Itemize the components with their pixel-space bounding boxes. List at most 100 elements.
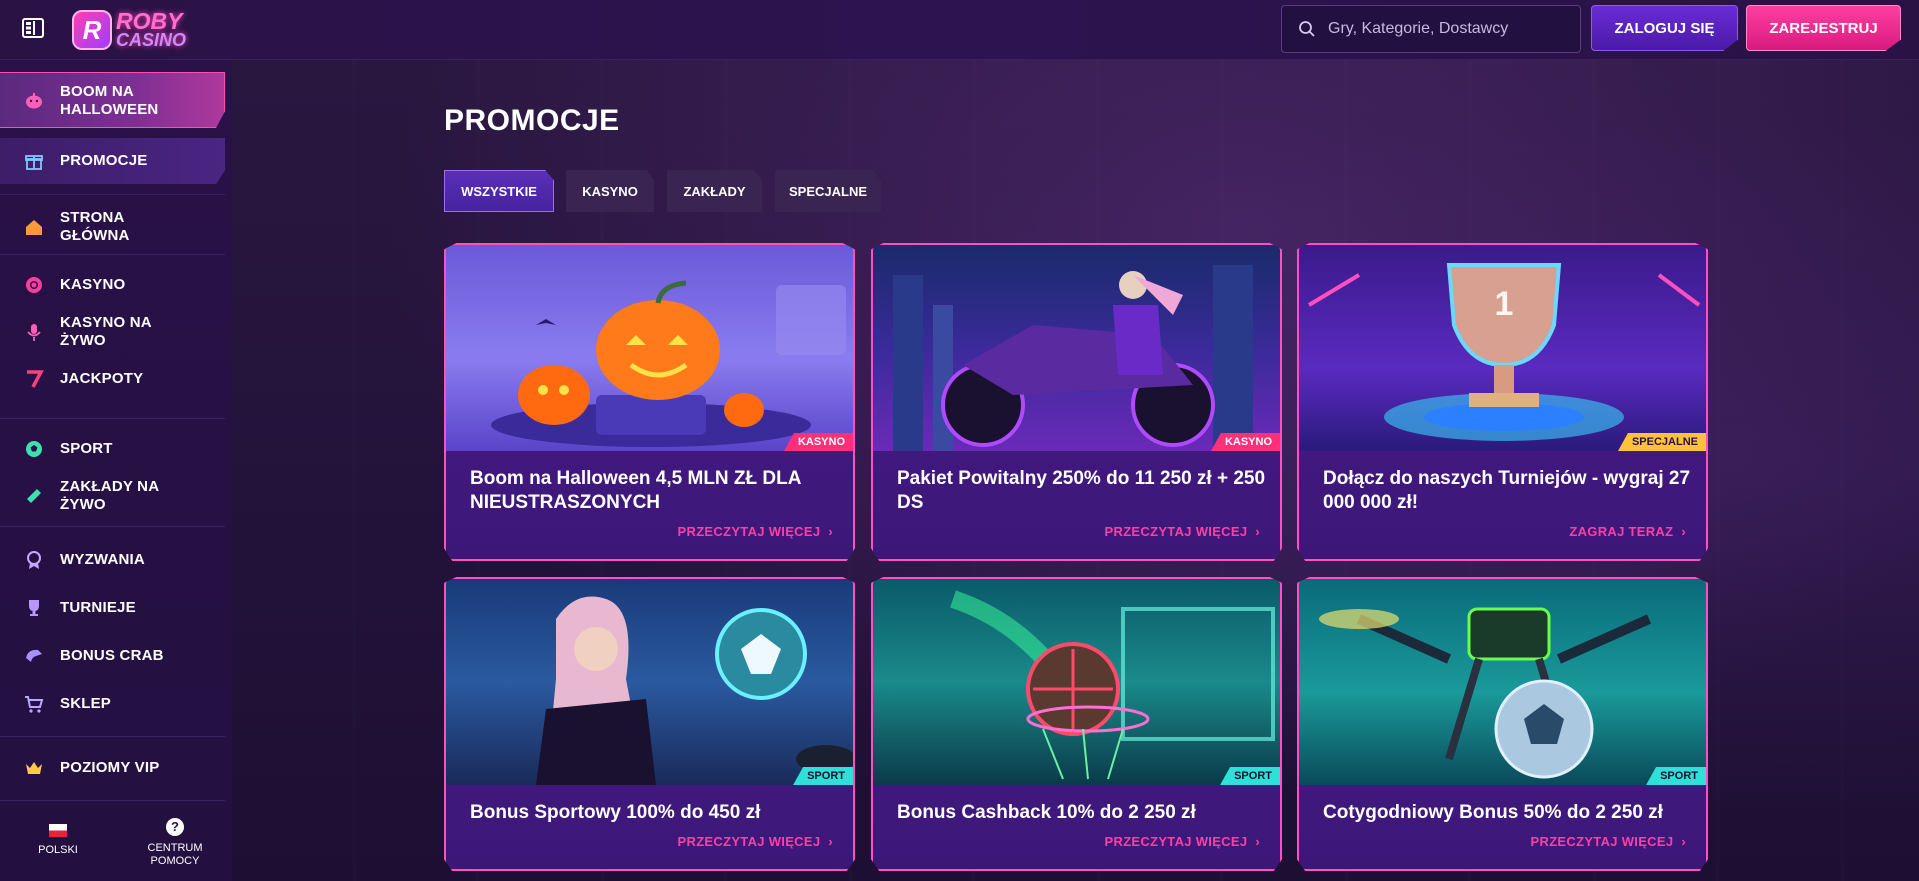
sidebar-item-bonus-crab[interactable]: BONUS CRAB: [0, 639, 225, 673]
sidebar-item-label: SKLEP: [60, 695, 112, 712]
language-selector[interactable]: POLSKI: [36, 824, 80, 857]
crown-icon: [24, 758, 44, 778]
promo-image-basketball: [873, 579, 1280, 785]
microphone-icon: [24, 322, 44, 342]
promo-card-weekly-bonus[interactable]: SPORT Cotygodniowy Bonus 50% do 2 250 zł…: [1297, 577, 1708, 871]
promo-title: Cotygodniowy Bonus 50% do 2 250 zł: [1323, 802, 1663, 823]
sidebar-item-casino[interactable]: KASYNO: [0, 268, 225, 302]
search-input[interactable]: [1328, 20, 1568, 38]
help-label: CENTRUM POMOCY: [147, 842, 203, 867]
register-button[interactable]: ZAREJESTRUJ: [1746, 5, 1901, 51]
chevron-right-icon: ›: [828, 524, 833, 539]
read-more-link[interactable]: PRZECZYTAJ WIĘCEJ ›: [1105, 524, 1260, 539]
sidebar-item-challenges[interactable]: WYZWANIA: [0, 543, 225, 577]
chevron-right-icon: ›: [1255, 834, 1260, 849]
trophy-icon: [24, 598, 44, 618]
promo-card-cashback[interactable]: SPORT Bonus Cashback 10% do 2 250 zł PRZ…: [871, 577, 1282, 871]
ticket-icon: [24, 486, 44, 506]
sidebar-item-live-bets[interactable]: ZAKŁADY NA ŻYWO: [0, 474, 225, 518]
promo-card-halloween[interactable]: KASYNO Boom na Halloween 4,5 MLN ZŁ DLA …: [444, 243, 855, 561]
promo-title: Bonus Sportowy 100% do 450 zł: [470, 802, 761, 823]
claw-icon: [24, 646, 44, 666]
category-tag: SPORT: [793, 767, 853, 785]
search-box[interactable]: [1281, 5, 1581, 53]
promo-card-tournaments[interactable]: 1 SPECJALNE Dołącz do naszych Turniejów …: [1297, 243, 1708, 561]
logo-text: ROBY CASINO: [116, 10, 187, 51]
category-tag: SPECJALNE: [1617, 433, 1706, 451]
sidebar-item-jackpots[interactable]: JACKPOTY: [0, 362, 225, 396]
promo-title: Pakiet Powitalny 250% do 11 250 zł + 250…: [897, 468, 1266, 513]
home-icon: [24, 217, 44, 237]
poland-flag-icon: [49, 824, 67, 837]
page-title: PROMOCJE: [444, 104, 620, 137]
sidebar-divider: [0, 526, 225, 527]
sidebar-item-label: WYZWANIA: [60, 551, 145, 568]
svg-text:1: 1: [1495, 285, 1514, 323]
sidebar-item-label: KASYNO: [60, 276, 126, 293]
pumpkin-icon: [24, 90, 44, 110]
login-button[interactable]: ZALOGUJ SIĘ: [1591, 5, 1738, 51]
sidebar-item-label: ZAKŁADY NA ŻYWO: [60, 478, 160, 513]
sidebar-item-label: SPORT: [60, 440, 113, 457]
top-header: R ROBY CASINO ZALOGUJ SIĘ ZAREJESTRUJ: [0, 0, 1919, 60]
sidebar-item-label: KASYNO NA ŻYWO: [60, 314, 152, 349]
sidebar-divider: [0, 194, 225, 195]
sidebar-item-sport[interactable]: SPORT: [0, 432, 225, 466]
read-more-link[interactable]: PRZECZYTAJ WIĘCEJ ›: [1531, 834, 1686, 849]
read-more-link[interactable]: PRZECZYTAJ WIĘCEJ ›: [678, 524, 833, 539]
category-tag: KASYNO: [1210, 433, 1280, 451]
promo-image-motorcycle: [873, 245, 1280, 451]
tab-kasyno[interactable]: KASYNO: [566, 170, 654, 212]
cart-icon: [24, 694, 44, 714]
category-tag: KASYNO: [783, 433, 853, 451]
sidebar-divider: [0, 254, 225, 255]
chevron-right-icon: ›: [1255, 524, 1260, 539]
chevron-right-icon: ›: [828, 834, 833, 849]
help-center-link[interactable]: ? CENTRUM POMOCY: [140, 818, 210, 868]
sidebar-item-label: JACKPOTY: [60, 370, 144, 387]
category-tag: SPORT: [1220, 767, 1280, 785]
read-more-link[interactable]: PRZECZYTAJ WIĘCEJ ›: [678, 834, 833, 849]
read-more-link[interactable]: PRZECZYTAJ WIĘCEJ ›: [1105, 834, 1260, 849]
site-logo[interactable]: R ROBY CASINO: [72, 8, 206, 52]
logo-badge: R: [72, 10, 112, 50]
sidebar-item-promocje[interactable]: PROMOCJE: [0, 138, 225, 184]
promo-card-welcome-package[interactable]: KASYNO Pakiet Powitalny 250% do 11 250 z…: [871, 243, 1282, 561]
category-tag: SPORT: [1646, 767, 1706, 785]
sidebar-item-tournaments[interactable]: TURNIEJE: [0, 591, 225, 625]
chip-icon: [24, 275, 44, 295]
sidebar-item-label: BONUS CRAB: [60, 647, 164, 664]
sidebar-item-vip[interactable]: POZIOMY VIP: [0, 751, 225, 785]
promo-title: Boom na Halloween 4,5 MLN ZŁ DLA NIEUSTR…: [470, 468, 801, 513]
sidebar-item-live-casino[interactable]: KASYNO NA ŻYWO: [0, 310, 225, 354]
promo-card-sport-bonus[interactable]: SPORT Bonus Sportowy 100% do 450 zł PRZE…: [444, 577, 855, 871]
seven-icon: [24, 369, 44, 389]
promo-image-sport-girl: [446, 579, 853, 785]
sidebar-divider: [0, 736, 225, 737]
promo-image-halloween: [446, 245, 853, 451]
promo-image-trophy: 1: [1299, 245, 1706, 451]
language-label: POLSKI: [38, 844, 78, 856]
gift-icon: [24, 151, 44, 171]
tab-specjalne[interactable]: SPECJALNE: [775, 170, 881, 212]
logo-line-2: CASINO: [116, 30, 187, 51]
tab-zaklady[interactable]: ZAKŁADY: [667, 170, 762, 212]
tab-wszystkie[interactable]: WSZYSTKIE: [444, 170, 554, 212]
sidebar: BOOM NA HALLOWEEN PROMOCJE STRONA GŁÓWNA K…: [0, 60, 232, 881]
help-icon: ?: [166, 818, 184, 836]
search-icon: [1299, 21, 1315, 37]
sidebar-item-label: STRONA GŁÓWNA: [60, 209, 130, 244]
sidebar-divider: [0, 800, 225, 801]
promo-image-drone: [1299, 579, 1706, 785]
badge-icon: [24, 550, 44, 570]
play-now-link[interactable]: ZAGRAJ TERAZ ›: [1569, 524, 1686, 539]
sidebar-toggle-icon[interactable]: [22, 18, 44, 38]
sidebar-item-label: PROMOCJE: [60, 152, 148, 169]
chevron-right-icon: ›: [1681, 834, 1686, 849]
sidebar-item-label: POZIOMY VIP: [60, 759, 160, 776]
sidebar-item-home[interactable]: STRONA GŁÓWNA: [0, 202, 225, 252]
chevron-right-icon: ›: [1681, 524, 1686, 539]
promo-title: Bonus Cashback 10% do 2 250 zł: [897, 802, 1196, 823]
sidebar-item-halloween[interactable]: BOOM NA HALLOWEEN: [0, 72, 225, 128]
sidebar-item-shop[interactable]: SKLEP: [0, 687, 225, 721]
